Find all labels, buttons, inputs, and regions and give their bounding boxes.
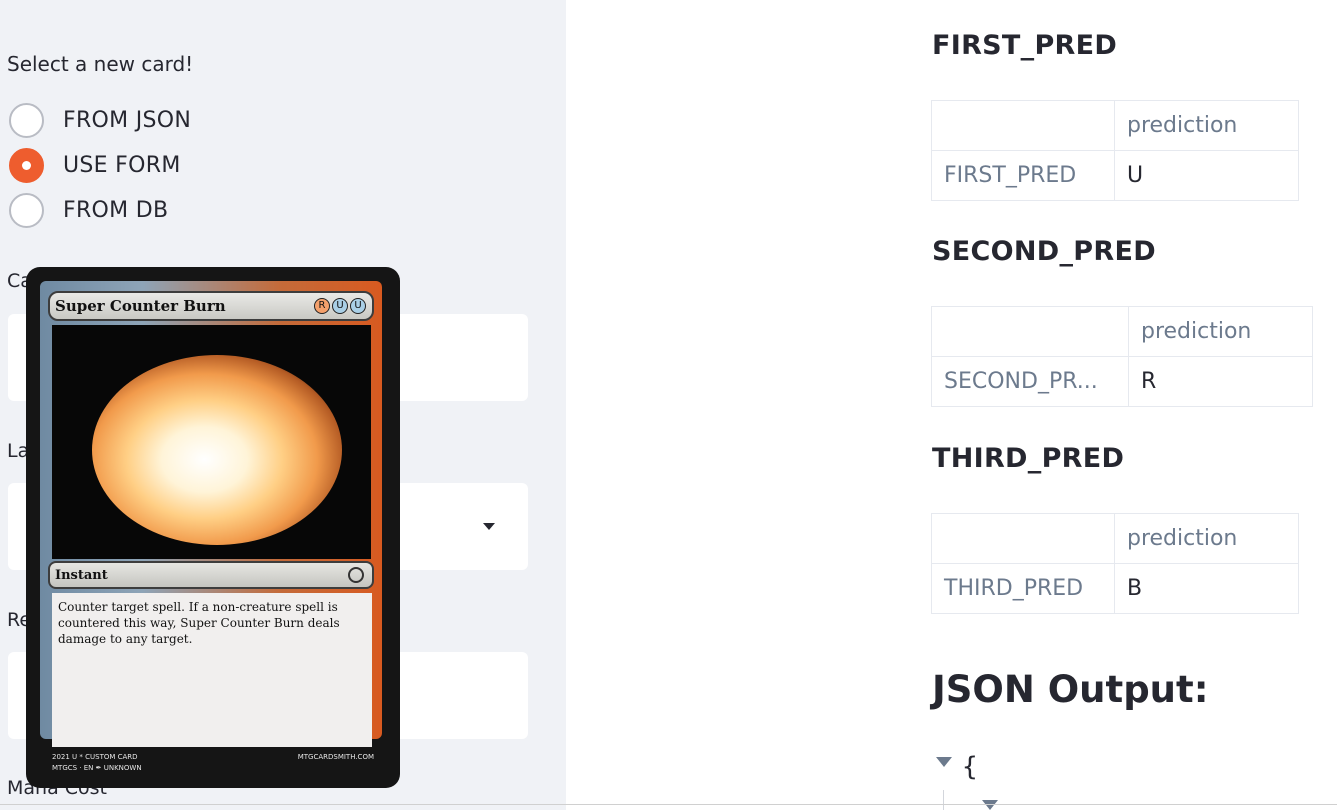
radio-from-db[interactable]: FROM DB — [9, 192, 169, 228]
table-value-cell: U — [1114, 150, 1299, 201]
card-title-bar: Super Counter Burn R U U — [48, 291, 374, 321]
card-preview: Super Counter Burn R U U Instant Counter… — [26, 267, 400, 788]
table-index-cell: FIRST_PRED — [931, 150, 1115, 201]
table-corner-cell — [931, 100, 1115, 151]
first-pred-table: prediction FIRST_PRED U — [931, 100, 1299, 201]
card-text-box: Counter target spell. If a non-creature … — [52, 593, 372, 747]
mana-cost-symbols: R U U — [314, 298, 366, 314]
table-value-cell: B — [1114, 563, 1299, 614]
table-header-cell: prediction — [1114, 513, 1299, 564]
table-header-cell: prediction — [1114, 100, 1299, 151]
radio-label: FROM DB — [63, 197, 169, 223]
third-pred-title: THIRD_PRED — [932, 443, 1125, 474]
explosion-art — [92, 355, 342, 545]
json-indent-guide — [943, 790, 944, 810]
table-row: SECOND_PR... R — [931, 356, 1313, 407]
table-corner-cell — [931, 513, 1115, 564]
card-type-line: Instant — [55, 567, 108, 583]
table-corner-cell — [931, 306, 1129, 357]
divider — [0, 804, 1337, 805]
card-footer-line-1: 2021 U * CUSTOM CARD — [52, 753, 138, 761]
json-open-brace: { — [962, 752, 978, 782]
radio-use-form[interactable]: USE FORM — [9, 147, 181, 183]
table-header-row: prediction — [931, 306, 1313, 357]
radio-button-selected[interactable] — [9, 147, 44, 183]
card-rules-text: Counter target spell. If a non-creature … — [58, 600, 340, 646]
card-footer-left: 2021 U * CUSTOM CARD MTGCS · EN ✒ UNKNOW… — [52, 752, 142, 774]
main-content: FIRST_PRED prediction FIRST_PRED U SECON… — [566, 0, 1337, 810]
mana-symbol-red: R — [314, 298, 330, 314]
radio-label: USE FORM — [63, 152, 181, 178]
second-pred-table: prediction SECOND_PR... R — [931, 306, 1313, 407]
collapse-toggle-icon[interactable] — [982, 800, 998, 810]
table-value-cell: R — [1128, 356, 1313, 407]
radio-from-json[interactable]: FROM JSON — [9, 102, 192, 138]
chevron-down-icon[interactable] — [483, 523, 495, 530]
set-symbol-icon — [348, 567, 364, 583]
card-type-bar: Instant — [48, 561, 374, 589]
collapse-toggle-icon[interactable] — [936, 757, 952, 767]
first-pred-title: FIRST_PRED — [932, 30, 1118, 61]
card-name: Super Counter Burn — [55, 297, 226, 315]
second-pred-title: SECOND_PRED — [932, 236, 1156, 267]
card-footer-line-2: MTGCS · EN ✒ UNKNOWN — [52, 764, 142, 772]
table-index-cell: SECOND_PR... — [931, 356, 1129, 407]
card-frame: Super Counter Burn R U U Instant Counter… — [40, 281, 382, 747]
table-header-row: prediction — [931, 100, 1299, 151]
select-card-label: Select a new card! — [7, 52, 194, 76]
table-index-cell: THIRD_PRED — [931, 563, 1115, 614]
mana-symbol-blue: U — [332, 298, 348, 314]
mana-symbol-blue: U — [350, 298, 366, 314]
radio-label: FROM JSON — [63, 107, 192, 133]
json-output-title: JSON Output: — [932, 668, 1209, 711]
radio-button[interactable] — [9, 192, 44, 228]
table-row: THIRD_PRED B — [931, 563, 1299, 614]
radio-button[interactable] — [9, 102, 44, 138]
third-pred-table: prediction THIRD_PRED B — [931, 513, 1299, 614]
table-header-cell: prediction — [1128, 306, 1313, 357]
card-footer-right: MTGCARDSMITH.COM — [297, 753, 374, 761]
table-row: FIRST_PRED U — [931, 150, 1299, 201]
table-header-row: prediction — [931, 513, 1299, 564]
card-art-explosion — [52, 325, 371, 559]
